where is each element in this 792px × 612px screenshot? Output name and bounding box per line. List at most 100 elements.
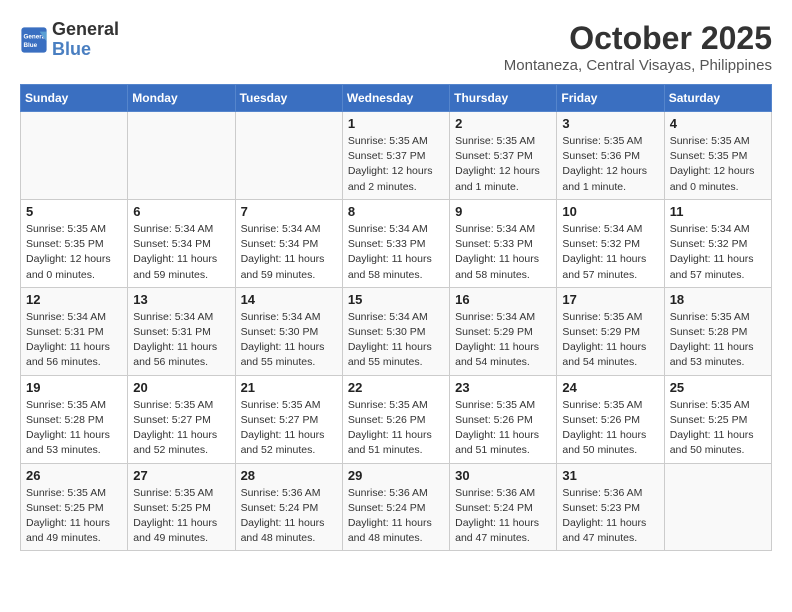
day-number: 19 [26,380,122,395]
day-info: Sunrise: 5:34 AMSunset: 5:34 PMDaylight:… [241,222,337,283]
day-info: Sunrise: 5:35 AMSunset: 5:26 PMDaylight:… [348,398,444,459]
day-number: 29 [348,468,444,483]
day-number: 12 [26,292,122,307]
calendar-cell: 26 Sunrise: 5:35 AMSunset: 5:25 PMDayligh… [21,463,128,551]
day-number: 13 [133,292,229,307]
weekday-header-friday: Friday [557,85,664,112]
day-info: Sunrise: 5:34 AMSunset: 5:30 PMDaylight:… [241,310,337,371]
calendar-cell: 16 Sunrise: 5:34 AMSunset: 5:29 PMDayligh… [450,287,557,375]
day-info: Sunrise: 5:36 AMSunset: 5:23 PMDaylight:… [562,486,658,547]
weekday-header-saturday: Saturday [664,85,771,112]
weekday-header-wednesday: Wednesday [342,85,449,112]
day-number: 3 [562,116,658,131]
day-info: Sunrise: 5:35 AMSunset: 5:35 PMDaylight:… [26,222,122,283]
calendar-cell [128,112,235,200]
day-number: 16 [455,292,551,307]
calendar-cell: 30 Sunrise: 5:36 AMSunset: 5:24 PMDayligh… [450,463,557,551]
day-number: 23 [455,380,551,395]
day-info: Sunrise: 5:35 AMSunset: 5:28 PMDaylight:… [670,310,766,371]
calendar-cell: 7 Sunrise: 5:34 AMSunset: 5:34 PMDaylight… [235,199,342,287]
calendar-cell [21,112,128,200]
day-number: 9 [455,204,551,219]
calendar-cell: 20Sunrise: 5:35 AMSunset: 5:27 PMDayligh… [128,375,235,463]
day-number: 7 [241,204,337,219]
calendar-cell: 19 Sunrise: 5:35 AMSunset: 5:28 PMDayligh… [21,375,128,463]
day-number: 25 [670,380,766,395]
calendar-cell: 25 Sunrise: 5:35 AMSunset: 5:25 PMDayligh… [664,375,771,463]
day-number: 21 [241,380,337,395]
location-subtitle: Montaneza, Central Visayas, Philippines [504,57,772,74]
day-number: 6 [133,204,229,219]
calendar-cell: 6Sunrise: 5:34 AMSunset: 5:34 PMDaylight… [128,199,235,287]
weekday-header-monday: Monday [128,85,235,112]
month-title: October 2025 [504,20,772,57]
calendar-cell: 18 Sunrise: 5:35 AMSunset: 5:28 PMDayligh… [664,287,771,375]
week-row-5: 26 Sunrise: 5:35 AMSunset: 5:25 PMDayligh… [21,463,772,551]
calendar-cell: 2Sunrise: 5:35 AMSunset: 5:37 PMDaylight… [450,112,557,200]
day-info: Sunrise: 5:35 AMSunset: 5:26 PMDaylight:… [455,398,551,459]
weekday-header-row: SundayMondayTuesdayWednesdayThursdayFrid… [21,85,772,112]
calendar-cell: 24Sunrise: 5:35 AMSunset: 5:26 PMDayligh… [557,375,664,463]
day-number: 2 [455,116,551,131]
day-info: Sunrise: 5:34 AMSunset: 5:31 PMDaylight:… [133,310,229,371]
page-header: General Blue General Blue October 2025 M… [20,20,772,74]
calendar-cell: 13 Sunrise: 5:34 AMSunset: 5:31 PMDayligh… [128,287,235,375]
calendar-cell: 29 Sunrise: 5:36 AMSunset: 5:24 PMDayligh… [342,463,449,551]
day-number: 22 [348,380,444,395]
day-number: 26 [26,468,122,483]
day-info: Sunrise: 5:35 AMSunset: 5:37 PMDaylight:… [348,134,444,195]
calendar-cell: 31 Sunrise: 5:36 AMSunset: 5:23 PMDayligh… [557,463,664,551]
day-info: Sunrise: 5:35 AMSunset: 5:26 PMDaylight:… [562,398,658,459]
calendar-cell: 28Sunrise: 5:36 AMSunset: 5:24 PMDayligh… [235,463,342,551]
calendar-cell: 17Sunrise: 5:35 AMSunset: 5:29 PMDayligh… [557,287,664,375]
day-info: Sunrise: 5:35 AMSunset: 5:27 PMDaylight:… [241,398,337,459]
day-number: 31 [562,468,658,483]
calendar-table: SundayMondayTuesdayWednesdayThursdayFrid… [20,84,772,551]
calendar-cell: 23 Sunrise: 5:35 AMSunset: 5:26 PMDayligh… [450,375,557,463]
calendar-cell: 21 Sunrise: 5:35 AMSunset: 5:27 PMDayligh… [235,375,342,463]
day-info: Sunrise: 5:34 AMSunset: 5:31 PMDaylight:… [26,310,122,371]
calendar-cell: 10Sunrise: 5:34 AMSunset: 5:32 PMDayligh… [557,199,664,287]
day-info: Sunrise: 5:35 AMSunset: 5:36 PMDaylight:… [562,134,658,195]
day-number: 10 [562,204,658,219]
calendar-cell: 11Sunrise: 5:34 AMSunset: 5:32 PMDayligh… [664,199,771,287]
calendar-cell: 3 Sunrise: 5:35 AMSunset: 5:36 PMDaylight… [557,112,664,200]
day-number: 20 [133,380,229,395]
day-info: Sunrise: 5:35 AMSunset: 5:35 PMDaylight:… [670,134,766,195]
calendar-cell: 4 Sunrise: 5:35 AMSunset: 5:35 PMDaylight… [664,112,771,200]
day-info: Sunrise: 5:34 AMSunset: 5:30 PMDaylight:… [348,310,444,371]
day-info: Sunrise: 5:36 AMSunset: 5:24 PMDaylight:… [348,486,444,547]
calendar-cell: 27 Sunrise: 5:35 AMSunset: 5:25 PMDayligh… [128,463,235,551]
calendar-cell: 15Sunrise: 5:34 AMSunset: 5:30 PMDayligh… [342,287,449,375]
weekday-header-thursday: Thursday [450,85,557,112]
day-number: 1 [348,116,444,131]
calendar-cell: 14 Sunrise: 5:34 AMSunset: 5:30 PMDayligh… [235,287,342,375]
week-row-2: 5 Sunrise: 5:35 AMSunset: 5:35 PMDaylight… [21,199,772,287]
calendar-cell: 9 Sunrise: 5:34 AMSunset: 5:33 PMDaylight… [450,199,557,287]
logo-text: General Blue [52,20,119,60]
day-number: 28 [241,468,337,483]
day-info: Sunrise: 5:34 AMSunset: 5:33 PMDaylight:… [455,222,551,283]
day-number: 5 [26,204,122,219]
day-number: 14 [241,292,337,307]
calendar-cell: 5 Sunrise: 5:35 AMSunset: 5:35 PMDaylight… [21,199,128,287]
day-info: Sunrise: 5:35 AMSunset: 5:25 PMDaylight:… [670,398,766,459]
weekday-header-sunday: Sunday [21,85,128,112]
week-row-4: 19 Sunrise: 5:35 AMSunset: 5:28 PMDayligh… [21,375,772,463]
weekday-header-tuesday: Tuesday [235,85,342,112]
day-number: 4 [670,116,766,131]
week-row-1: 1 Sunrise: 5:35 AMSunset: 5:37 PMDaylight… [21,112,772,200]
day-number: 27 [133,468,229,483]
day-number: 30 [455,468,551,483]
svg-text:Blue: Blue [24,42,38,49]
day-info: Sunrise: 5:35 AMSunset: 5:25 PMDaylight:… [133,486,229,547]
day-number: 18 [670,292,766,307]
calendar-cell: 22 Sunrise: 5:35 AMSunset: 5:26 PMDayligh… [342,375,449,463]
day-info: Sunrise: 5:35 AMSunset: 5:25 PMDaylight:… [26,486,122,547]
logo: General Blue General Blue [20,20,119,60]
day-info: Sunrise: 5:35 AMSunset: 5:28 PMDaylight:… [26,398,122,459]
day-info: Sunrise: 5:34 AMSunset: 5:29 PMDaylight:… [455,310,551,371]
day-info: Sunrise: 5:36 AMSunset: 5:24 PMDaylight:… [455,486,551,547]
calendar-cell [235,112,342,200]
day-info: Sunrise: 5:35 AMSunset: 5:29 PMDaylight:… [562,310,658,371]
